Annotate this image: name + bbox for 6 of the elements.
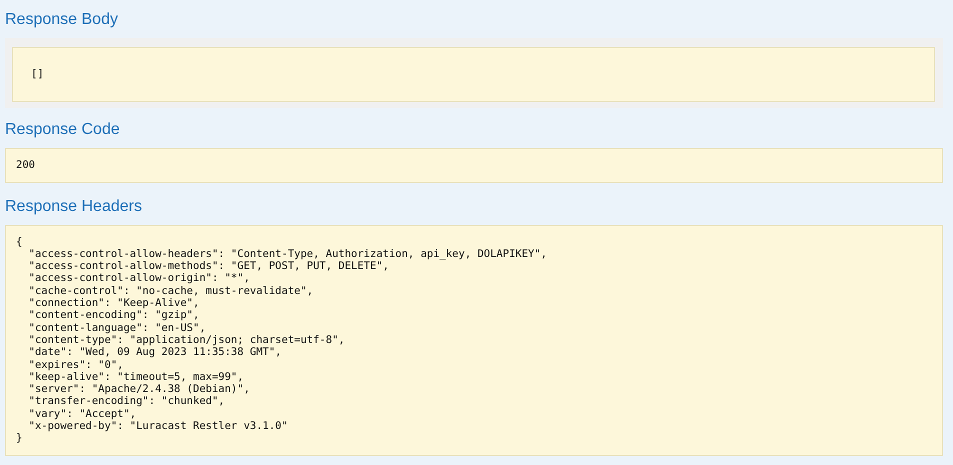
code-block: []: [12, 47, 935, 102]
code-block: 200: [5, 148, 943, 183]
section-heading: Response Headers: [5, 196, 143, 217]
code-block: { "access-control-allow-headers": "Content-Type, Authorization, api_key, DOLAPIKEY", "access-control-allow-methods": "GET, POST, PUT, DELETE", "access-control-allow-origin": "*", "cache-control": "no-cache, must-revalidate", "connection": "Keep-Alive", "content-encoding": "gzip", "content-language": "en-US", "content-type": "application/json; charset=utf-8", "date": "Wed, 09 Aug 2023 11:35:38 GMT", "expires": "0", "keep-alive": "timeout=5, max=99", "server": "Apache/2.4.38 (Debian)", "transfer-encoding": "chunked", "vary": "Accept", "x-powered-by": "Luracast Restler v3.1.0" }: [5, 224, 943, 456]
section-heading: Response Code: [5, 120, 121, 140]
section-heading: Response Body: [5, 10, 119, 30]
